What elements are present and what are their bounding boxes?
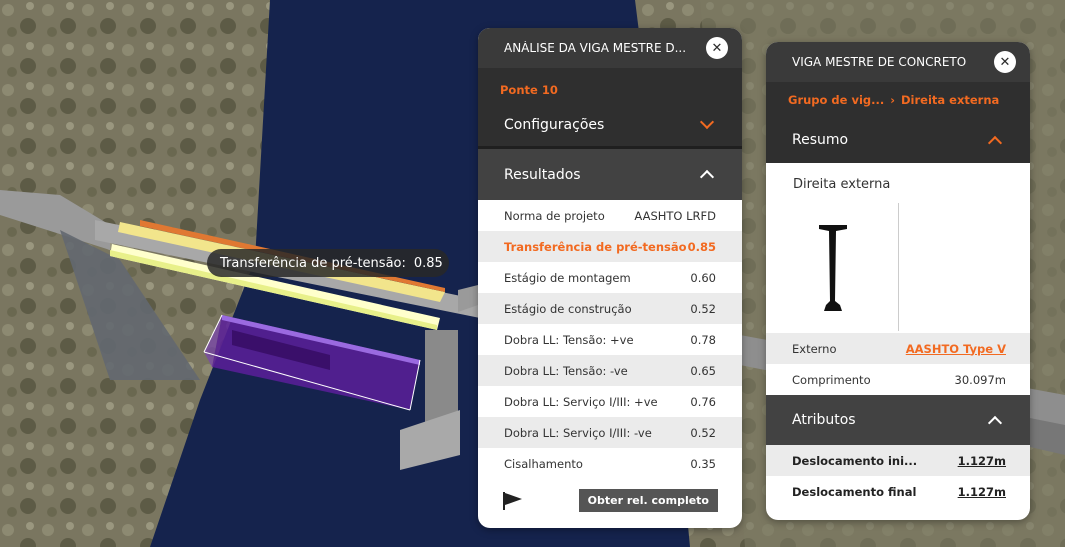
attribute-value-link[interactable]: 1.127m <box>958 454 1006 468</box>
chevron-down-icon <box>699 114 715 130</box>
concrete-girder-panel: VIGA MESTRE DE CONCRETO ✕ Grupo de vig..… <box>766 42 1030 520</box>
resultados-section-toggle[interactable]: Resultados <box>478 149 742 200</box>
row-value: 0.52 <box>690 425 716 440</box>
close-icon[interactable]: ✕ <box>706 37 728 59</box>
resumo-section-toggle[interactable]: Resumo <box>766 117 1030 163</box>
section-label: Atributos <box>792 412 856 428</box>
section-label: Configurações <box>504 116 605 133</box>
row-value: 0.85 <box>687 239 716 254</box>
row-label: Dobra LL: Tensão: +ve <box>504 332 634 347</box>
table-row[interactable]: Dobra LL: Tensão: +ve 0.78 <box>478 324 742 355</box>
row-value: 30.097m <box>954 372 1006 387</box>
table-row: Deslocamento ini... 1.127m <box>766 445 1030 476</box>
panel-title: ANÁLISE DA VIGA MESTRE D... <box>504 41 687 55</box>
close-icon[interactable]: ✕ <box>994 51 1016 73</box>
table-row: Externo AASHTO Type V <box>766 333 1030 364</box>
row-label: Norma de projeto <box>504 208 605 223</box>
summary-title: Direita externa <box>793 177 891 192</box>
row-value: 0.60 <box>690 270 716 285</box>
chevron-right-icon: › <box>890 92 895 107</box>
configuracoes-section-toggle[interactable]: Configurações <box>478 103 742 149</box>
row-label: Estágio de montagem <box>504 270 631 285</box>
row-label: Cisalhamento <box>504 456 583 471</box>
row-label: Dobra LL: Serviço I/III: +ve <box>504 394 658 409</box>
row-value: 0.35 <box>690 456 716 471</box>
row-label: Deslocamento ini... <box>792 453 918 468</box>
panel-title: VIGA MESTRE DE CONCRETO <box>792 55 967 69</box>
panel-footer: Obter rel. completo <box>478 483 742 518</box>
row-value: 0.65 <box>690 363 716 378</box>
section-label: Resumo <box>792 132 849 148</box>
spec-table: Externo AASHTO Type V Comprimento 30.097… <box>766 333 1030 395</box>
girder-type-link[interactable]: AASHTO Type V <box>906 342 1006 356</box>
row-value: 0.52 <box>690 301 716 316</box>
row-label: Estágio de construção <box>504 301 632 316</box>
row-label: Deslocamento final <box>792 484 917 499</box>
row-label: Externo <box>792 341 837 356</box>
table-row[interactable]: Cisalhamento 0.35 <box>478 448 742 479</box>
flag-icon[interactable] <box>502 491 524 511</box>
table-row-selected[interactable]: Transferência de pré-tensão 0.85 <box>478 231 742 262</box>
chevron-up-icon <box>987 135 1003 150</box>
bridge-name-label: Ponte 10 <box>500 83 558 97</box>
chevron-up-icon <box>699 169 715 185</box>
row-label: Dobra LL: Serviço I/III: -ve <box>504 425 652 440</box>
section-label: Resultados <box>504 166 581 183</box>
table-row[interactable]: Dobra LL: Serviço I/III: -ve 0.52 <box>478 417 742 448</box>
divider <box>898 203 899 331</box>
table-row[interactable]: Dobra LL: Serviço I/III: +ve 0.76 <box>478 386 742 417</box>
results-table: Norma de projeto AASHTO LRFD Transferênc… <box>478 200 742 479</box>
breadcrumb-item-current: Direita externa <box>901 92 1000 107</box>
section-drawing <box>766 201 1030 333</box>
row-value: AASHTO LRFD <box>634 208 716 223</box>
row-label: Dobra LL: Tensão: -ve <box>504 363 628 378</box>
girder-analysis-panel: ANÁLISE DA VIGA MESTRE D... ✕ Ponte 10 C… <box>478 28 742 528</box>
table-row[interactable]: Dobra LL: Tensão: -ve 0.65 <box>478 355 742 386</box>
panel-header: ANÁLISE DA VIGA MESTRE D... ✕ <box>478 28 742 68</box>
breadcrumb: Grupo de vig... › Direita externa <box>766 82 1030 117</box>
row-label: Transferência de pré-tensão <box>504 239 687 254</box>
tooltip-value: 0.85 <box>413 255 443 271</box>
atributos-section-toggle[interactable]: Atributos <box>766 395 1030 445</box>
table-row: Deslocamento final 1.127m <box>766 476 1030 507</box>
table-row: Comprimento 30.097m <box>766 364 1030 395</box>
panel-header: VIGA MESTRE DE CONCRETO ✕ <box>766 42 1030 82</box>
attributes-table: Deslocamento ini... 1.127m Deslocamento … <box>766 445 1030 507</box>
full-report-button[interactable]: Obter rel. completo <box>578 489 718 512</box>
table-row[interactable]: Estágio de construção 0.52 <box>478 293 742 324</box>
table-row[interactable]: Estágio de montagem 0.60 <box>478 262 742 293</box>
chevron-up-icon <box>987 415 1003 430</box>
bridge-name: Ponte 10 <box>478 68 742 103</box>
attribute-value-link[interactable]: 1.127m <box>958 485 1006 499</box>
i-beam-icon <box>819 225 847 311</box>
table-row[interactable]: Norma de projeto AASHTO LRFD <box>478 200 742 231</box>
row-value: 0.76 <box>690 394 716 409</box>
breadcrumb-item-group[interactable]: Grupo de vig... <box>788 93 884 107</box>
value-tooltip: Transferência de pré-tensão: 0.85 <box>207 249 449 277</box>
tooltip-label: Transferência de pré-tensão: <box>220 255 406 271</box>
row-label: Comprimento <box>792 372 871 387</box>
row-value: 0.78 <box>690 332 716 347</box>
